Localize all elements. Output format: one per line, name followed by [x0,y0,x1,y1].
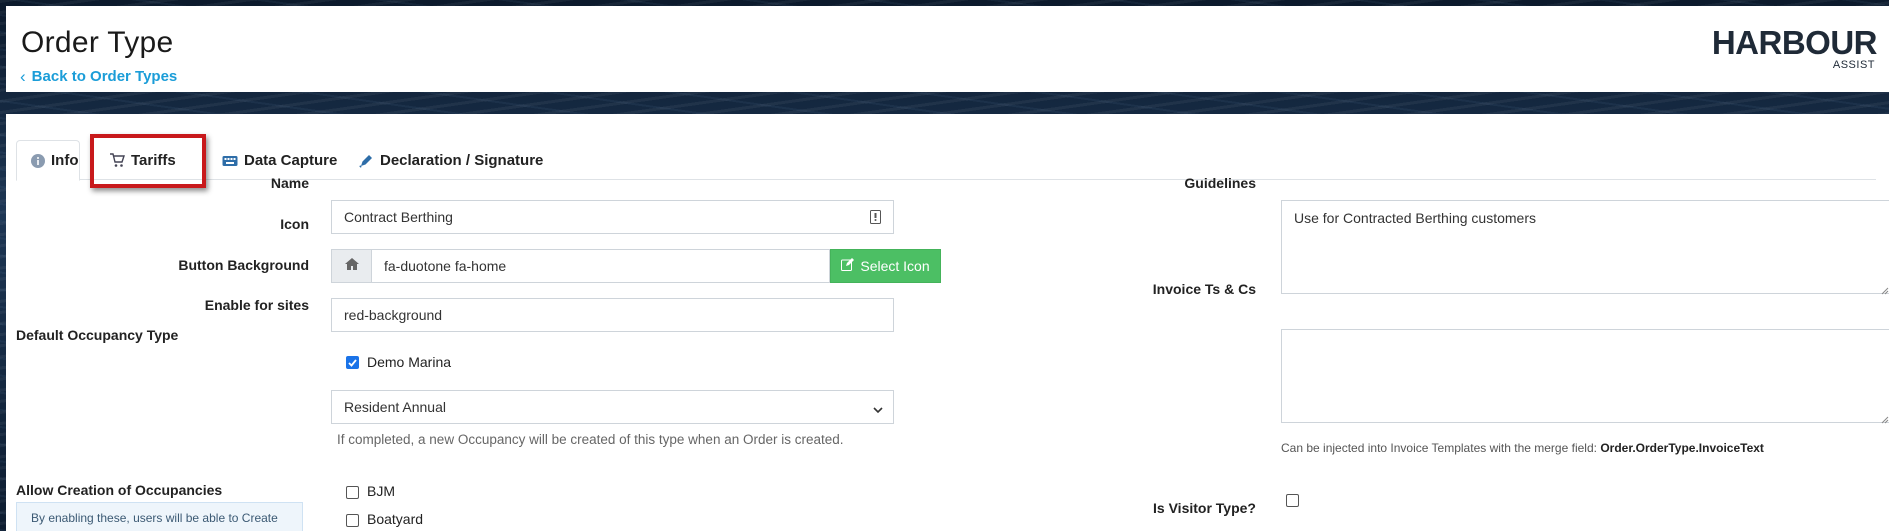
keyboard-icon [222,153,238,169]
tab-data-capture-label: Data Capture [244,152,338,169]
default-occupancy-select[interactable]: Resident Annual [331,390,894,424]
info-circle-icon [31,153,45,169]
tab-bar: Info Tariffs Data Capture Declaration / … [16,140,1876,181]
back-link-label: Back to Order Types [31,68,178,85]
resize-grip-icon[interactable] [1880,282,1889,295]
id-card-icon [870,210,881,227]
tab-declaration-label: Declaration / Signature [380,152,544,169]
bjm-checkbox[interactable] [346,486,359,499]
invoice-tcs-label: Invoice Ts & Cs [1152,281,1256,297]
pen-icon [358,153,374,169]
cart-icon [109,153,125,169]
tab-info-label: Info [51,152,79,169]
invoice-tcs-help: Can be injected into Invoice Templates w… [1281,441,1764,455]
select-icon-button[interactable]: Select Icon [830,249,941,283]
tab-declaration-signature[interactable]: Declaration / Signature [344,140,557,181]
allow-creation-label: Allow Creation of Occupancies [16,482,223,498]
guidelines-label: Guidelines [1184,175,1256,191]
boatyard-checkbox[interactable] [346,514,359,527]
button-background-label: Button Background [178,257,309,273]
guidelines-textarea[interactable]: Use for Contracted Berthing customers [1281,200,1889,295]
chevron-left-icon: ‹ [20,67,26,86]
icon-class-value: fa-duotone fa-home [384,258,507,274]
allow-creation-info: By enabling these, users will be able to… [16,502,303,531]
harbour-assist-logo: HARBOUR ASSIST [1712,24,1878,71]
is-visitor-checkbox[interactable] [1286,494,1299,507]
icon-class-input[interactable]: fa-duotone fa-home [371,249,830,283]
is-visitor-label: Is Visitor Type? [1153,500,1256,516]
button-background-input[interactable]: red-background [331,298,894,332]
tab-tariffs-label: Tariffs [131,152,176,169]
edit-icon [841,258,855,274]
page-header: Order Type ‹ Back to Order Types HARBOUR… [6,6,1889,92]
logo-main-text: HARBOUR [1711,24,1878,61]
merge-field-name: Order.OrderType.InvoiceText [1600,441,1764,455]
icon-label: Icon [280,216,309,232]
boatyard-label: Boatyard [367,511,424,527]
order-type-panel: Info Tariffs Data Capture Declaration / … [6,114,1889,531]
logo-sub-text: ASSIST [1832,59,1875,71]
demo-marina-checkbox[interactable] [346,356,359,369]
guidelines-value: Use for Contracted Berthing customers [1294,210,1536,226]
name-input-value: Contract Berthing [344,209,453,225]
resize-grip-icon[interactable] [1880,411,1889,424]
default-occupancy-help: If completed, a new Occupancy will be cr… [337,432,844,447]
default-occupancy-label: Default Occupancy Type [16,327,179,343]
demo-marina-label: Demo Marina [367,354,452,370]
button-background-value: red-background [344,307,443,323]
enable-for-sites-label: Enable for sites [204,297,309,313]
invoice-tcs-textarea[interactable] [1281,329,1889,424]
name-label: Name [270,175,309,191]
name-input[interactable]: Contract Berthing [331,200,894,234]
page-title: Order Type [21,26,174,59]
back-to-order-types-link[interactable]: ‹ Back to Order Types [20,68,177,85]
default-occupancy-value: Resident Annual [344,399,446,415]
bjm-label: BJM [367,483,395,499]
chevron-down-icon [873,402,883,414]
home-icon [344,257,360,276]
icon-preview-addon [331,249,372,283]
select-icon-label: Select Icon [860,258,930,274]
